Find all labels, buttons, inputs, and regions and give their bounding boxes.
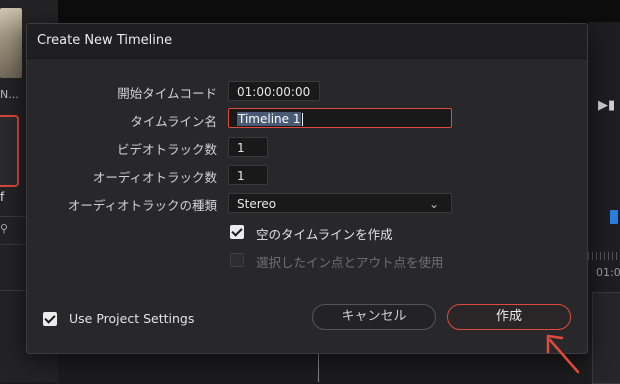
timeline-timecode: 01:0 [596,266,620,279]
audio-track-type-select[interactable]: Stereo ⌄ [228,193,452,213]
playhead[interactable] [318,352,319,382]
create-new-timeline-dialog: Create New Timeline 開始タイムコード 01:00:00:00… [26,23,588,354]
clip-label: N... [0,88,19,101]
empty-timeline-checkbox[interactable] [230,225,244,239]
timeline-name-field[interactable]: Timeline 1 [228,108,452,128]
video-tracks-label: ビデオトラック数 [116,142,217,157]
timeline-name-value: Timeline 1 [237,112,302,126]
text-caret [302,113,304,126]
viewer-panel [58,0,588,24]
start-timecode-label: 開始タイムコード [117,86,217,101]
use-project-settings-label: Use Project Settings [69,311,195,326]
play-icon[interactable]: ▶▮ [598,98,615,113]
timeline-track-area[interactable] [592,292,620,384]
annotation-arrow-icon [546,334,580,374]
use-in-out-label: 選択したイン点とアウト点を使用 [256,255,444,270]
audio-track-type-value: Stereo [237,197,277,211]
selected-clip-thumbnail[interactable] [0,115,19,187]
chevron-down-icon: ⌄ [428,197,439,211]
audio-tracks-field[interactable]: 1 [228,165,268,185]
dialog-header: Create New Timeline [27,24,587,59]
marker-icon[interactable] [610,210,618,224]
clip-label: f [0,190,5,204]
clip-thumbnail[interactable] [0,8,22,78]
search-icon[interactable]: ⚲ [0,222,10,236]
viewer-edge [588,0,620,22]
audio-track-type-label: オーディオトラックの種類 [67,198,217,213]
cancel-button[interactable]: キャンセル [312,304,436,330]
use-project-settings-checkbox[interactable] [43,312,57,326]
use-in-out-checkbox[interactable] [230,253,244,267]
dialog-title: Create New Timeline [37,33,173,48]
start-timecode-field[interactable]: 01:00:00:00 [228,81,320,101]
audio-tracks-label: オーディオトラック数 [92,170,217,185]
empty-timeline-label: 空のタイムラインを作成 [256,227,393,242]
video-tracks-field[interactable]: 1 [228,137,268,157]
timeline-name-label: タイムライン名 [130,114,217,129]
timeline-ruler[interactable] [588,252,620,260]
